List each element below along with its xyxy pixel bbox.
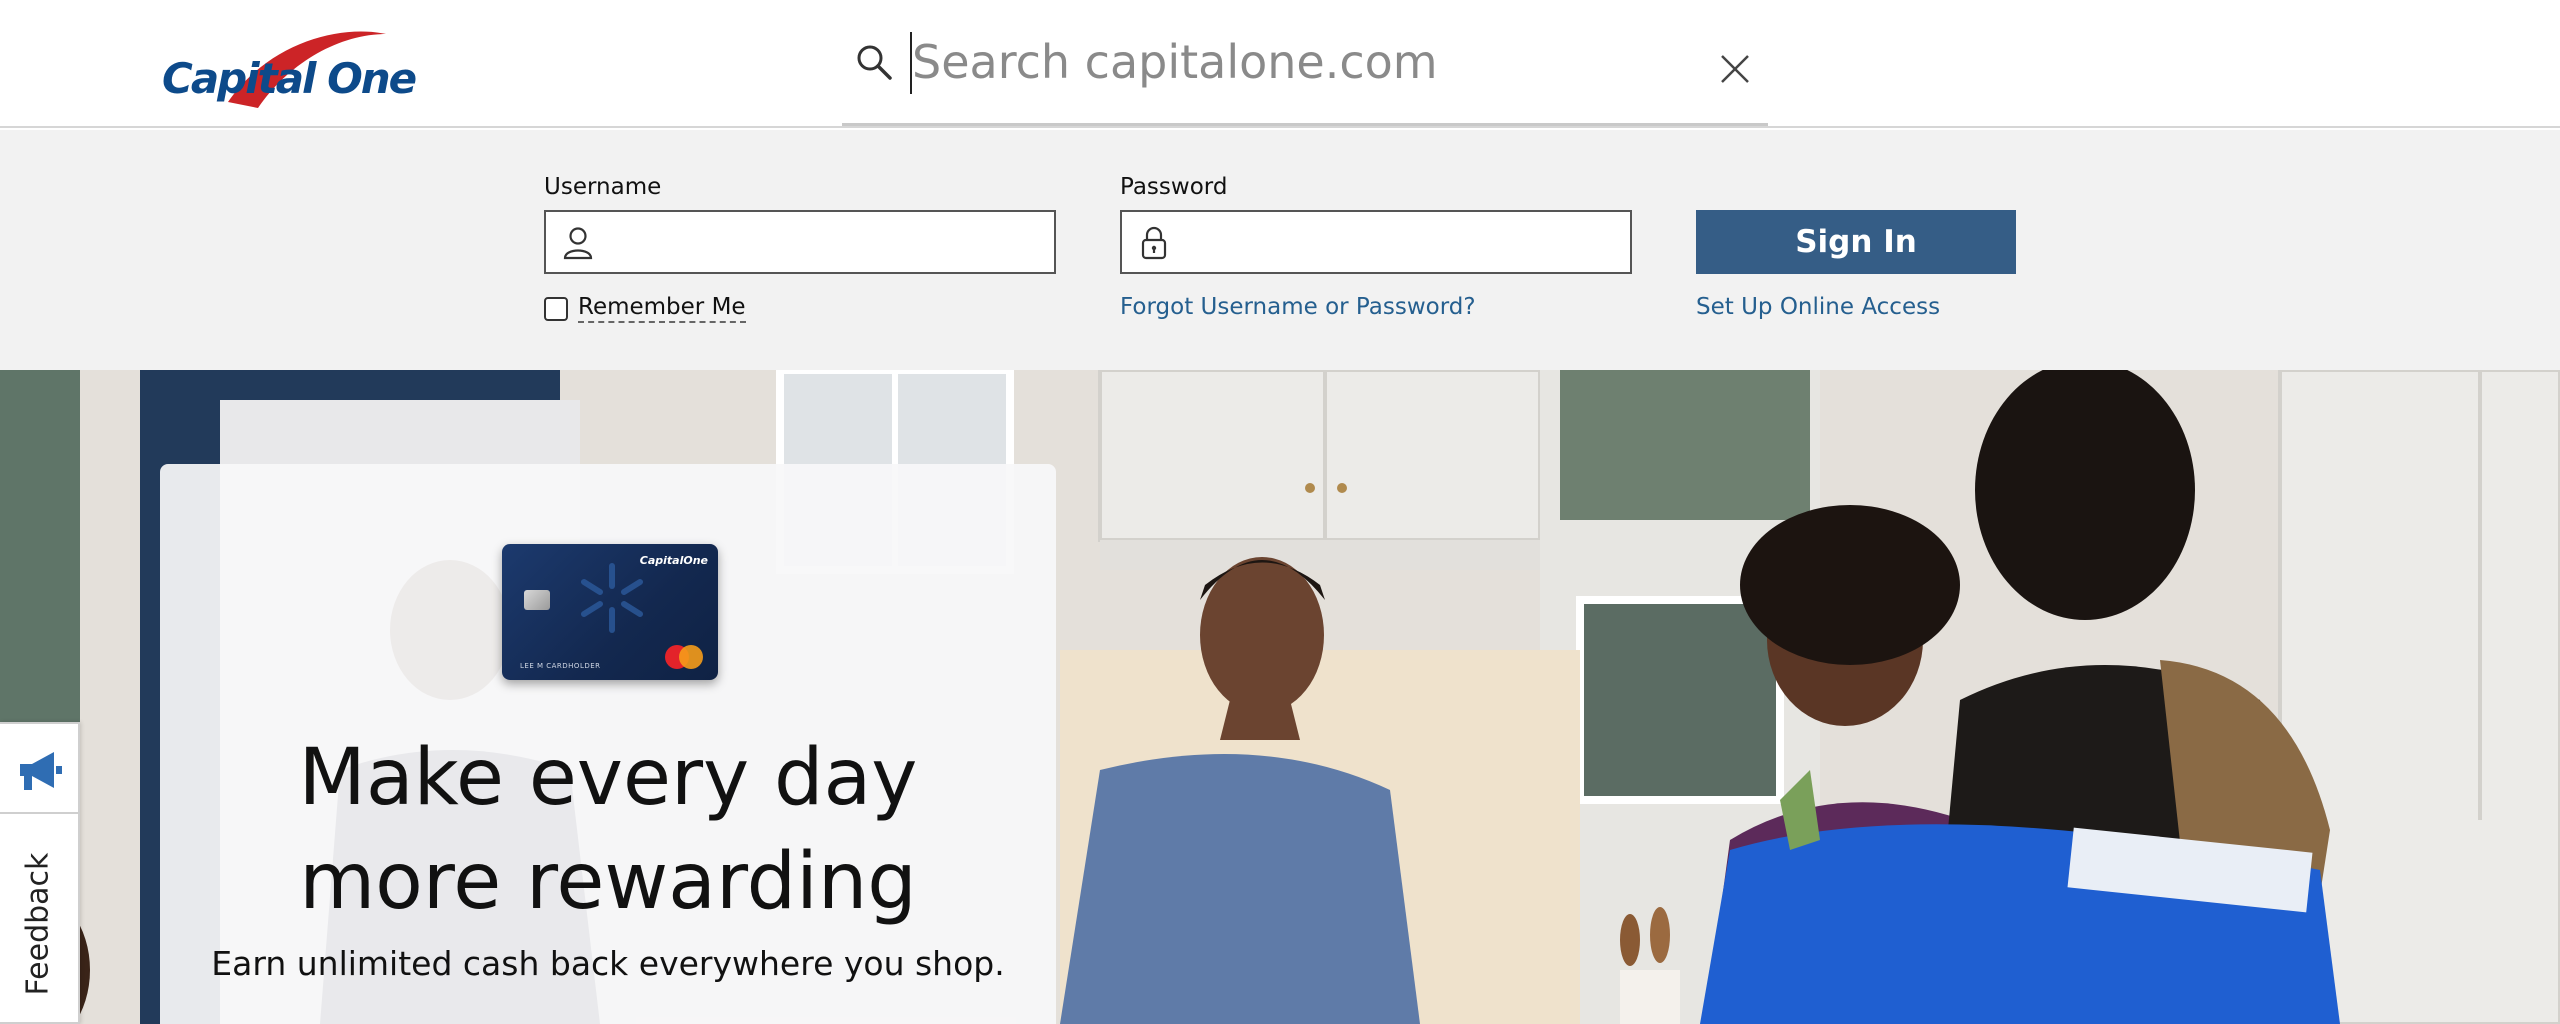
feedback-divider — [0, 812, 80, 814]
password-field[interactable] — [1120, 210, 1632, 274]
mastercard-icon — [665, 645, 703, 669]
sign-in-button[interactable]: Sign In — [1696, 210, 2016, 274]
promo-headline-line1: Make every day — [298, 733, 918, 823]
promo-headline-line2: more rewarding — [299, 837, 917, 927]
spark-logo-icon — [581, 563, 643, 633]
password-input[interactable] — [1182, 218, 1612, 266]
logo-wordmark: Capital One — [162, 54, 417, 103]
password-label: Password — [1120, 174, 1228, 200]
remember-me-checkbox[interactable] — [544, 296, 568, 321]
megaphone-icon[interactable] — [10, 740, 70, 800]
search-bar — [842, 22, 1768, 126]
close-icon[interactable] — [1718, 52, 1752, 86]
remember-me-label[interactable]: Remember Me — [578, 294, 746, 323]
search-icon[interactable] — [854, 42, 894, 82]
promo-headline: Make every day more rewarding — [160, 726, 1056, 934]
username-field[interactable] — [544, 210, 1056, 274]
search-input[interactable] — [912, 28, 1672, 96]
credit-card-image: CapitalOne LEE M CARDHOLDER — [502, 544, 718, 680]
sign-in-panel: Username Password Sign In Remember Me Fo… — [0, 130, 2560, 370]
capital-one-logo[interactable]: Capital One — [158, 24, 417, 110]
feedback-label[interactable]: Feedback — [21, 853, 56, 996]
user-icon — [563, 227, 593, 260]
username-label: Username — [544, 174, 662, 200]
hero-banner: CapitalOne LEE M CARDHOLDER Make every d… — [0, 370, 2560, 1024]
lock-icon — [1141, 226, 1167, 260]
site-header: Capital One — [0, 0, 2560, 128]
remember-me[interactable]: Remember Me — [544, 294, 746, 323]
card-brand-text: CapitalOne — [639, 554, 708, 567]
card-holder-name: LEE M CARDHOLDER — [520, 662, 601, 670]
forgot-credentials-link[interactable]: Forgot Username or Password? — [1120, 294, 1476, 320]
card-chip-icon — [524, 590, 550, 610]
feedback-tab[interactable]: Feedback — [0, 722, 80, 1024]
username-input[interactable] — [606, 218, 1036, 266]
setup-online-access-link[interactable]: Set Up Online Access — [1696, 294, 1940, 320]
promo-card: CapitalOne LEE M CARDHOLDER Make every d… — [160, 464, 1056, 1024]
promo-subtitle: Earn unlimited cash back everywhere you … — [211, 944, 1005, 983]
